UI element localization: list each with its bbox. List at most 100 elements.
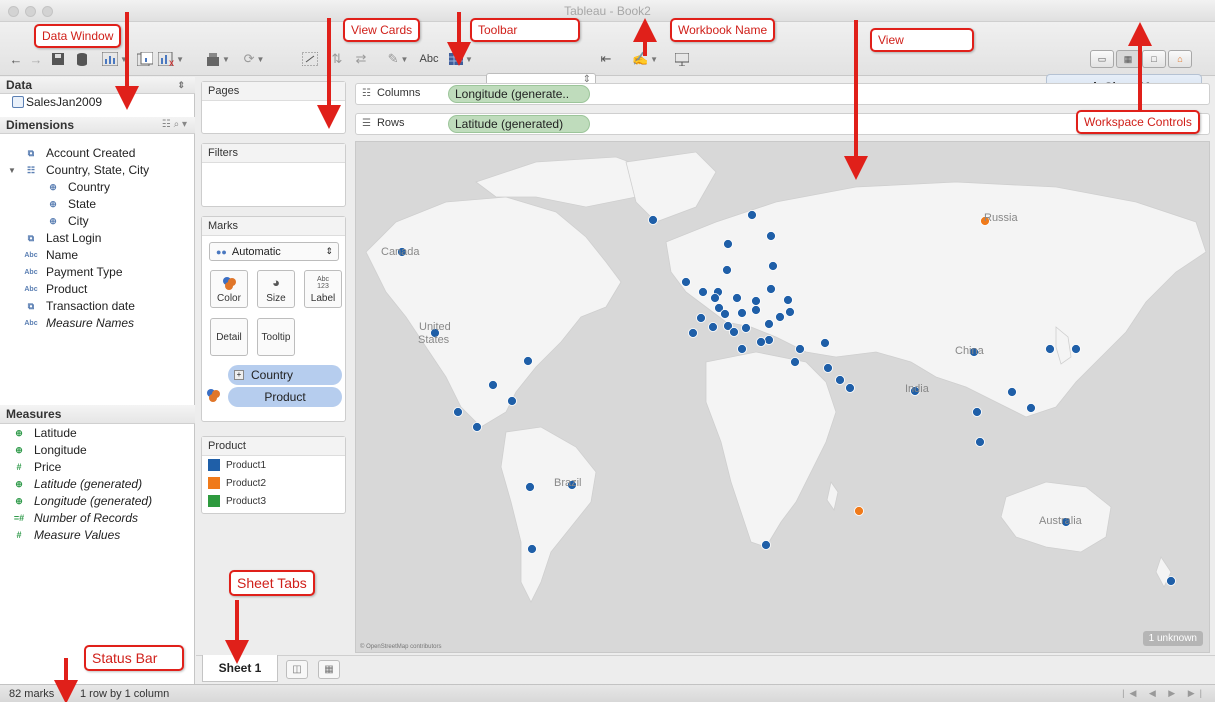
new-worksheet-tab-icon[interactable]: ◫ (286, 660, 308, 679)
duplicate-sheet-icon[interactable] (136, 50, 154, 68)
map-mark[interactable] (525, 482, 535, 492)
map-mark[interactable] (453, 407, 463, 417)
presentation-icon[interactable] (672, 50, 692, 68)
map-mark[interactable] (523, 356, 533, 366)
dimension-field[interactable]: ▼ ☷ Country, State, City (8, 162, 149, 178)
map-mark[interactable] (975, 437, 985, 447)
save-icon[interactable] (50, 50, 66, 68)
fit-grid-icon[interactable]: ▼ (446, 50, 476, 68)
map-mark[interactable] (823, 363, 833, 373)
dimension-field[interactable]: Abc Product (24, 281, 87, 297)
map-mark[interactable] (820, 338, 830, 348)
map-mark[interactable] (795, 344, 805, 354)
presentation-mode-button[interactable]: ▭ (1090, 50, 1114, 68)
database-icon[interactable] (74, 50, 90, 68)
data-menu-icon[interactable]: ⇕ (177, 77, 185, 93)
dimension-field[interactable]: ⧉ Last Login (24, 230, 102, 246)
pages-card[interactable]: Pages (201, 81, 346, 134)
map-mark[interactable] (751, 305, 761, 315)
map-mark[interactable] (688, 328, 698, 338)
longitude-column-pill[interactable]: Longitude (generate.. (448, 85, 590, 103)
color-mark-button[interactable]: Color (210, 270, 248, 308)
map-mark[interactable] (756, 337, 766, 347)
data-source-icon[interactable]: ▼ (204, 50, 232, 68)
unknown-indicator[interactable]: 1 unknown (1142, 631, 1203, 646)
measure-field[interactable]: # Price (12, 459, 61, 475)
new-worksheet-icon[interactable]: ▼ (100, 50, 130, 68)
map-mark[interactable] (488, 380, 498, 390)
map-mark[interactable] (775, 312, 785, 322)
measure-field[interactable]: =# Number of Records (12, 510, 138, 526)
tab-sheet-1[interactable]: Sheet 1 (202, 655, 278, 682)
collapse-icon[interactable]: ▼ (8, 166, 16, 175)
dimension-field[interactable]: Abc Payment Type (24, 264, 122, 280)
map-mark[interactable] (1166, 576, 1176, 586)
columns-shelf[interactable]: ☷ Columns Longitude (generate.. (355, 83, 1210, 105)
new-dashboard-tab-icon[interactable]: ▦ (318, 660, 340, 679)
map-mark[interactable] (747, 210, 757, 220)
map-mark[interactable] (708, 322, 718, 332)
map-mark[interactable] (737, 308, 747, 318)
map-mark[interactable] (761, 540, 771, 550)
sort-ascending-icon[interactable]: ⇅ (326, 50, 348, 68)
map-mark[interactable] (790, 357, 800, 367)
map-mark[interactable] (766, 231, 776, 241)
dimension-field[interactable]: Abc Name (24, 247, 78, 263)
cards-view-button[interactable]: □ (1142, 50, 1166, 68)
dimension-field[interactable]: ⊕ City (46, 213, 88, 229)
map-mark[interactable] (732, 293, 742, 303)
datasource-item[interactable]: SalesJan2009 (12, 95, 102, 109)
highlight-icon[interactable]: ✎ ▼ (384, 50, 412, 68)
map-mark[interactable] (710, 293, 720, 303)
map-mark[interactable] (722, 265, 732, 275)
size-mark-button[interactable]: ◕ Size (257, 270, 295, 308)
map-mark[interactable] (696, 313, 706, 323)
product-color-pill[interactable]: Product (228, 387, 342, 407)
dimension-field[interactable]: ⧉ Transaction date (24, 298, 135, 314)
search-icon[interactable]: ☷ ⌕ ▾ (162, 117, 187, 133)
map-mark[interactable] (507, 396, 517, 406)
latitude-row-pill[interactable]: Latitude (generated) (448, 115, 590, 133)
map-mark[interactable] (737, 344, 747, 354)
label-mark-button[interactable]: Abc 123 Label (304, 270, 342, 308)
map-view[interactable]: Russia Canada United States China India … (355, 141, 1210, 653)
map-mark[interactable] (751, 296, 761, 306)
legend-item[interactable]: Product1 (202, 456, 345, 474)
dimension-field[interactable]: ⊕ Country (46, 179, 110, 195)
map-mark[interactable] (741, 323, 751, 333)
workbook-view-button[interactable]: ▦ (1116, 50, 1140, 68)
legend-item[interactable]: Product3 (202, 492, 345, 510)
map-mark[interactable] (698, 287, 708, 297)
swap-rows-columns-icon[interactable] (300, 50, 320, 68)
map-mark[interactable] (1007, 387, 1017, 397)
world-map[interactable] (356, 142, 1210, 653)
detail-mark-button[interactable]: Detail (210, 318, 248, 356)
map-mark[interactable] (764, 335, 774, 345)
map-mark[interactable] (766, 284, 776, 294)
measure-field[interactable]: ⊕ Latitude (12, 425, 76, 441)
map-mark[interactable] (720, 309, 730, 319)
clear-sheet-icon[interactable]: x ▼ (158, 50, 184, 68)
map-mark[interactable] (845, 383, 855, 393)
measure-field[interactable]: ⊕ Longitude (12, 442, 87, 458)
country-detail-pill[interactable]: + Country (228, 365, 342, 385)
refresh-icon[interactable]: ⟳ ▼ (240, 50, 268, 68)
measure-field[interactable]: # Measure Values (12, 527, 120, 543)
forward-icon[interactable]: → (28, 50, 44, 68)
map-mark[interactable] (835, 375, 845, 385)
dimension-field[interactable]: ⧉ Account Created (24, 145, 136, 161)
legend-item[interactable]: Product2 (202, 474, 345, 492)
map-mark[interactable] (785, 307, 795, 317)
filters-card[interactable]: Filters (201, 143, 346, 207)
map-mark[interactable] (648, 215, 658, 225)
map-mark[interactable] (1026, 403, 1036, 413)
map-mark[interactable] (1071, 344, 1081, 354)
pen-icon[interactable]: ✍ ▼ (630, 50, 660, 68)
measure-field[interactable]: ⊕ Longitude (generated) (12, 493, 152, 509)
map-mark[interactable] (764, 319, 774, 329)
sort-descending-icon[interactable]: ⇄ (352, 50, 370, 68)
measure-field[interactable]: ⊕ Latitude (generated) (12, 476, 142, 492)
map-mark[interactable] (1045, 344, 1055, 354)
home-icon[interactable]: ⌂ (1168, 50, 1192, 68)
map-mark[interactable] (681, 277, 691, 287)
